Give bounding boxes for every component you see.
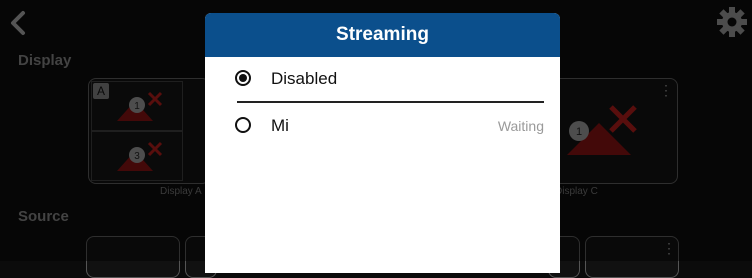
radio-selected-icon[interactable] [235,70,251,86]
option-mi[interactable]: Mi Waiting [235,112,544,140]
streaming-dialog: Streaming Disabled Mi Waiting [205,13,560,273]
dialog-title: Streaming [205,13,560,57]
divider [237,101,544,103]
option-label: Disabled [271,69,338,88]
radio-unselected-icon[interactable] [235,117,251,133]
option-label: Mi [271,116,289,135]
option-status: Waiting [497,118,544,134]
option-disabled[interactable]: Disabled [235,65,544,93]
